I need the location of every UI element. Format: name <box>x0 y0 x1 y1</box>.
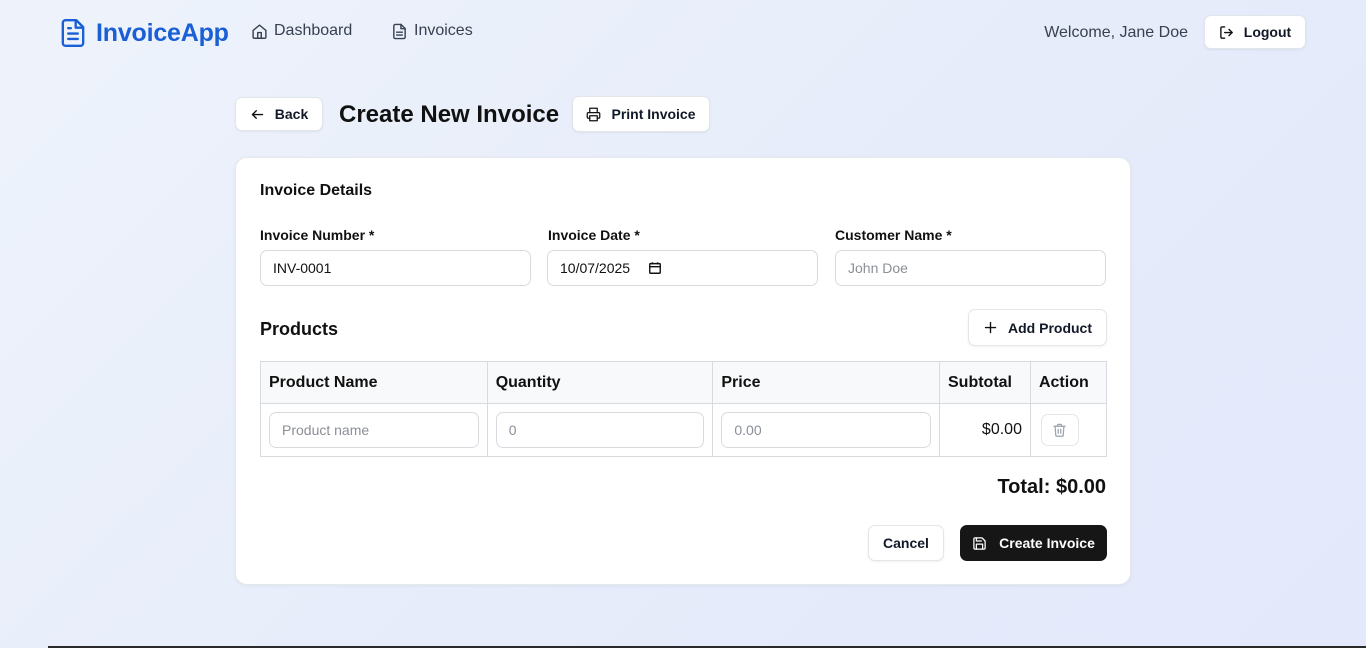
table-header-row: Product Name Quantity Price Subtotal Act… <box>260 361 1108 404</box>
invoice-details-heading: Invoice Details <box>260 182 373 199</box>
invoice-total: Total: $0.00 <box>997 476 1106 498</box>
subtotal-value: $0.00 <box>939 403 1031 457</box>
quantity-cell: 0 <box>486 403 714 457</box>
products-heading: Products <box>260 319 339 339</box>
column-quantity: Quantity <box>486 361 714 404</box>
save-icon <box>973 536 986 550</box>
brand-name: InvoiceApp <box>96 18 229 47</box>
page-title: Create New Invoice <box>339 101 560 128</box>
column-price: Price <box>712 361 940 404</box>
cancel-button[interactable]: Cancel <box>868 525 944 561</box>
create-invoice-label: Create Invoice <box>999 535 1095 551</box>
invoice-number-input[interactable]: INV-0001 <box>260 250 531 286</box>
invoice-number-label: Invoice Number * <box>260 227 375 243</box>
nav-dashboard-label: Dashboard <box>274 22 353 39</box>
trash-icon <box>1053 423 1067 437</box>
quantity-input[interactable]: 0 <box>495 412 705 448</box>
top-navbar: InvoiceApp Dashboard Invoices Welcome, J… <box>0 0 1366 66</box>
customer-name-input[interactable]: John Doe <box>835 250 1106 286</box>
print-invoice-label: Print Invoice <box>611 106 696 122</box>
invoice-date-value: 10/07/2025 <box>560 260 631 276</box>
file-text-icon <box>61 18 85 48</box>
customer-name-label: Customer Name * <box>835 227 952 243</box>
arrow-left-icon <box>251 109 263 119</box>
printer-icon <box>587 107 601 121</box>
add-product-button[interactable]: Add Product <box>968 309 1107 346</box>
file-text-icon <box>393 23 406 39</box>
products-table: Product Name Quantity Price Subtotal Act… <box>260 361 1108 457</box>
column-product-name: Product Name <box>260 361 488 404</box>
action-cell <box>1029 403 1108 457</box>
price-input[interactable]: 0.00 <box>721 412 931 448</box>
logout-button[interactable]: Logout <box>1204 15 1306 49</box>
calendar-icon[interactable] <box>648 261 662 275</box>
column-action: Action <box>1029 361 1108 404</box>
back-button[interactable]: Back <box>235 97 323 131</box>
table-row: Product name 0 0.00 $0.00 <box>260 403 1108 457</box>
logout-label: Logout <box>1243 24 1292 40</box>
column-subtotal: Subtotal <box>939 361 1031 404</box>
brand-logo[interactable]: InvoiceApp <box>60 18 229 48</box>
home-icon <box>252 23 267 39</box>
nav-invoices[interactable]: Invoices <box>391 22 473 40</box>
price-cell: 0.00 <box>712 403 940 457</box>
log-out-icon <box>1219 25 1233 39</box>
invoice-date-label: Invoice Date * <box>548 227 640 243</box>
delete-row-button[interactable] <box>1040 414 1079 446</box>
plus-icon <box>984 321 997 334</box>
invoice-form-card: Invoice Details Invoice Number * INV-000… <box>235 157 1131 585</box>
create-invoice-button[interactable]: Create Invoice <box>960 525 1107 561</box>
print-invoice-button[interactable]: Print Invoice <box>572 96 710 132</box>
invoice-date-input[interactable]: 10/07/2025 <box>547 250 818 286</box>
nav-dashboard[interactable]: Dashboard <box>251 22 352 40</box>
welcome-text: Welcome, Jane Doe <box>1044 24 1188 41</box>
nav-invoices-label: Invoices <box>414 22 473 39</box>
back-label: Back <box>274 106 309 122</box>
product-name-cell: Product name <box>260 403 488 457</box>
product-name-input[interactable]: Product name <box>269 412 479 448</box>
add-product-label: Add Product <box>1008 319 1092 336</box>
